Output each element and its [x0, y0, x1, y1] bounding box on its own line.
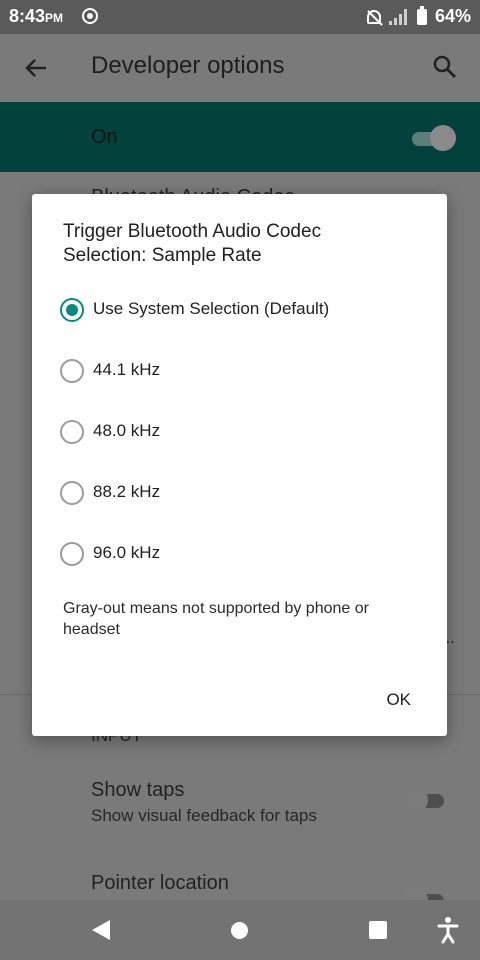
notifications-off-icon	[366, 9, 381, 24]
pointer-location-title: Pointer location	[91, 872, 229, 894]
option-label: Use System Selection (Default)	[93, 299, 330, 318]
page-title: Developer options	[91, 52, 285, 79]
master-switch-label: On	[91, 126, 118, 148]
battery-icon	[416, 5, 427, 25]
signal-icon	[388, 8, 409, 25]
nav-recents-icon[interactable]	[369, 921, 387, 939]
option-label: 44.1 kHz	[93, 360, 161, 379]
master-switch-toggle[interactable]	[408, 124, 456, 152]
radio-selected-icon[interactable]	[60, 298, 84, 322]
option-label: 96.0 kHz	[93, 543, 161, 562]
radio-icon[interactable]	[60, 420, 84, 444]
radio-icon[interactable]	[60, 359, 84, 383]
back-arrow-icon[interactable]	[22, 54, 50, 82]
show-taps-title: Show taps	[91, 779, 185, 801]
option-88-2-khz[interactable]: 88.2 kHz	[58, 475, 418, 515]
show-taps-toggle[interactable]	[402, 786, 450, 814]
nav-back-icon[interactable]	[92, 920, 110, 940]
radio-icon[interactable]	[60, 542, 84, 566]
option-label: 48.0 kHz	[93, 421, 161, 440]
accessibility-icon[interactable]	[436, 916, 460, 944]
dialog-note: Gray-out means not supported by phone or…	[63, 600, 369, 638]
ok-button[interactable]: OK	[386, 690, 411, 710]
option-system-default[interactable]: Use System Selection (Default)	[58, 292, 418, 332]
nav-home-icon[interactable]	[231, 922, 248, 939]
option-label: 88.2 kHz	[93, 482, 161, 501]
show-taps-subtitle: Show visual feedback for taps	[91, 806, 317, 825]
sample-rate-dialog: Trigger Bluetooth Audio Codec Selection:…	[32, 194, 447, 736]
master-switch-bar[interactable]: On	[0, 102, 480, 172]
navigation-bar	[0, 900, 480, 960]
status-icons: 64%	[366, 5, 471, 27]
option-48-0-khz[interactable]: 48.0 kHz	[58, 414, 418, 454]
chrome-icon	[82, 8, 98, 24]
radio-icon[interactable]	[60, 481, 84, 505]
option-44-1-khz[interactable]: 44.1 kHz	[58, 353, 418, 393]
search-icon[interactable]	[432, 54, 458, 80]
app-bar: Developer options	[0, 34, 480, 102]
option-96-0-khz[interactable]: 96.0 kHz	[58, 536, 418, 576]
battery-percent: 64%	[434, 6, 471, 26]
status-time: 8:43PM	[9, 6, 64, 26]
status-bar: 8:43PM 64%	[0, 0, 480, 34]
dialog-title: Trigger Bluetooth Audio Codec Selection:…	[63, 221, 322, 266]
